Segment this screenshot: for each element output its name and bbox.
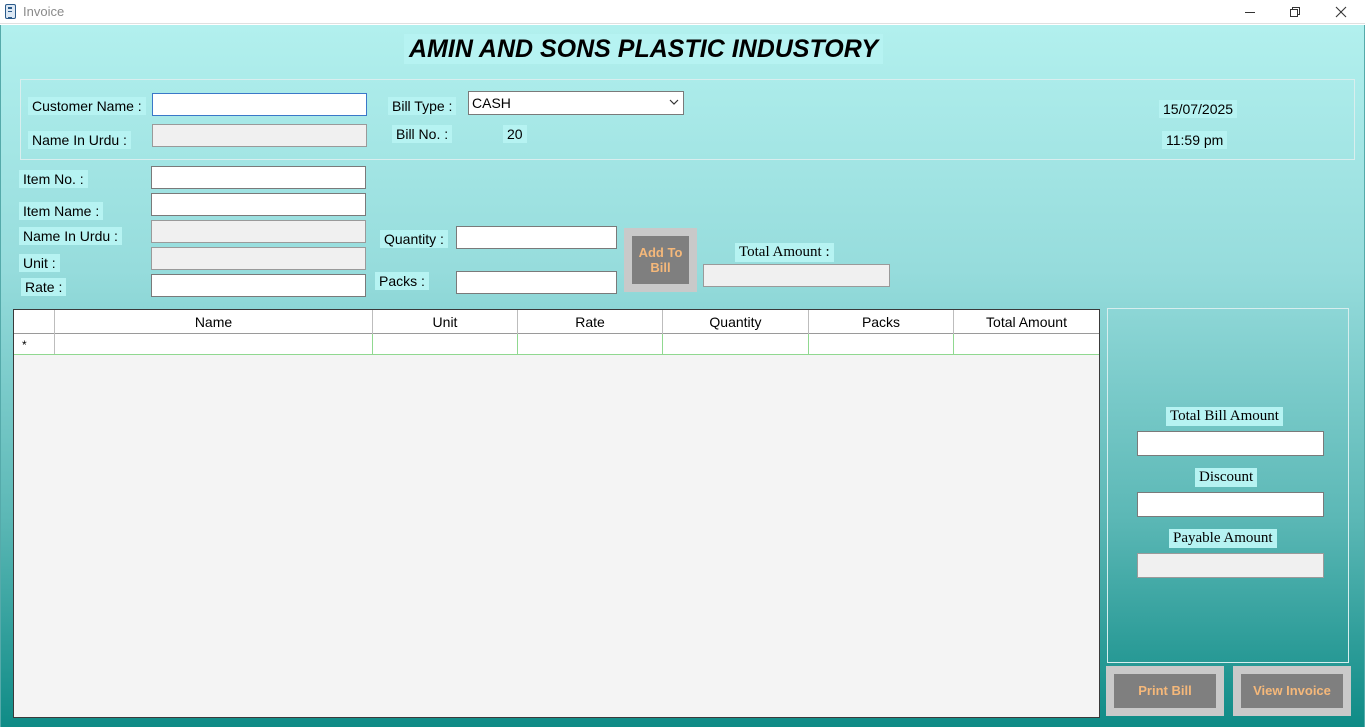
table-cell[interactable]: [518, 334, 663, 354]
customer-urdu-name-label: Name In Urdu :: [28, 131, 131, 149]
payable-amount-label: Payable Amount: [1169, 529, 1277, 548]
discount-input[interactable]: [1137, 492, 1324, 517]
quantity-label: Quantity :: [380, 230, 448, 248]
customer-groupbox: [20, 79, 1355, 160]
packs-label: Packs :: [375, 272, 429, 290]
minimize-icon: [1244, 11, 1255, 13]
total-bill-amount-label: Total Bill Amount: [1166, 407, 1283, 426]
customer-name-label: Customer Name :: [28, 97, 146, 115]
print-bill-button[interactable]: Print Bill: [1114, 674, 1216, 708]
minimize-button[interactable]: [1227, 0, 1273, 24]
item-no-input[interactable]: [151, 166, 366, 189]
close-button[interactable]: [1318, 0, 1364, 24]
item-name-label: Item Name :: [19, 202, 104, 220]
view-invoice-button[interactable]: View Invoice: [1241, 674, 1343, 708]
column-header-rate[interactable]: Rate: [518, 310, 663, 334]
rate-label: Rate :: [21, 278, 67, 296]
close-icon: [1335, 6, 1347, 18]
add-to-bill-button-frame: Add To Bill: [624, 228, 697, 292]
column-header-unit[interactable]: Unit: [373, 310, 518, 334]
grid-new-row[interactable]: *: [14, 334, 1099, 355]
discount-label: Discount: [1195, 468, 1258, 487]
column-header-name[interactable]: Name: [55, 310, 373, 334]
payable-amount-input[interactable]: [1137, 553, 1324, 578]
item-name-input[interactable]: [151, 193, 366, 216]
chevron-down-icon: [669, 99, 679, 105]
current-time: 11:59 pm: [1162, 131, 1228, 149]
item-urdu-name-input[interactable]: [151, 220, 366, 243]
item-urdu-name-label: Name In Urdu :: [19, 227, 122, 245]
column-header-total-amount[interactable]: Total Amount: [954, 310, 1099, 334]
total-amount-label: Total Amount :: [735, 243, 834, 262]
customer-name-input[interactable]: [152, 93, 367, 116]
print-bill-button-frame: Print Bill: [1106, 666, 1224, 716]
invoice-app-icon: [5, 4, 16, 19]
unit-label: Unit :: [19, 254, 60, 272]
table-cell[interactable]: [663, 334, 809, 354]
bill-no-value: 20: [503, 125, 527, 143]
invoice-form: AMIN AND SONS PLASTIC INDUSTORY Customer…: [0, 25, 1365, 727]
grid-corner-cell: [14, 310, 55, 334]
row-header-cell[interactable]: *: [14, 334, 55, 354]
bill-type-label: Bill Type :: [388, 97, 457, 115]
quantity-input[interactable]: [456, 226, 617, 249]
view-invoice-button-frame: View Invoice: [1233, 666, 1351, 716]
table-cell[interactable]: [373, 334, 518, 354]
column-header-packs[interactable]: Packs: [809, 310, 954, 334]
rate-input[interactable]: [151, 274, 366, 297]
total-amount-input[interactable]: [703, 264, 890, 287]
bill-no-label: Bill No. :: [392, 125, 453, 143]
packs-input[interactable]: [456, 271, 617, 294]
window-title: Invoice: [23, 4, 65, 19]
add-to-bill-button[interactable]: Add To Bill: [632, 236, 689, 284]
restore-button[interactable]: [1272, 0, 1318, 24]
window-titlebar: Invoice: [0, 0, 1365, 24]
unit-input[interactable]: [151, 247, 366, 270]
current-date: 15/07/2025: [1159, 100, 1238, 118]
bill-type-select[interactable]: CASH: [468, 91, 684, 115]
customer-urdu-name-input[interactable]: [152, 124, 367, 147]
total-bill-amount-input[interactable]: [1137, 431, 1324, 456]
column-header-quantity[interactable]: Quantity: [663, 310, 809, 334]
new-row-marker: *: [22, 338, 27, 352]
company-title: AMIN AND SONS PLASTIC INDUSTORY: [404, 34, 884, 64]
restore-icon: [1289, 6, 1300, 17]
grid-header-row: Name Unit Rate Quantity Packs Total Amou…: [14, 310, 1099, 334]
bill-items-grid[interactable]: Name Unit Rate Quantity Packs Total Amou…: [13, 309, 1100, 718]
item-no-label: Item No. :: [19, 170, 88, 188]
table-cell[interactable]: [55, 334, 373, 354]
bill-type-value: CASH: [472, 95, 511, 111]
table-cell[interactable]: [954, 334, 1099, 354]
table-cell[interactable]: [809, 334, 954, 354]
